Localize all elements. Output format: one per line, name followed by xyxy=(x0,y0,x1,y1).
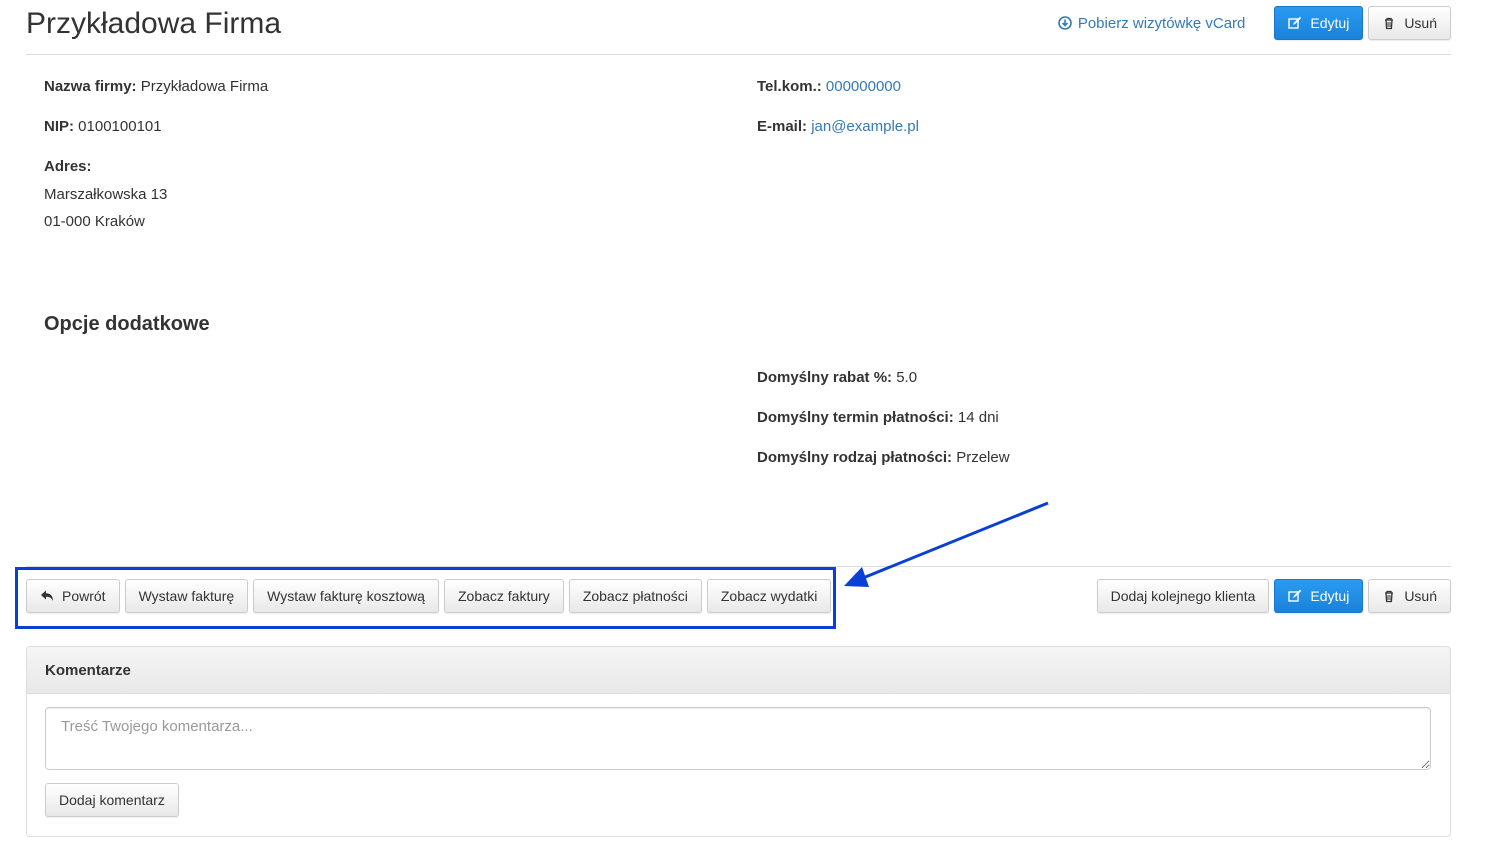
delete-button-label: Usuń xyxy=(1404,15,1437,31)
reply-arrow-icon xyxy=(41,590,53,601)
company-name-label: Nazwa firmy: xyxy=(44,78,137,95)
nip-value: 0100100101 xyxy=(78,118,162,135)
nip-label: NIP: xyxy=(44,118,74,135)
add-client-button[interactable]: Dodaj kolejnego klienta xyxy=(1096,579,1270,613)
edit-button-top[interactable]: Edytuj xyxy=(1274,6,1364,40)
delete-button-label: Usuń xyxy=(1404,588,1437,604)
address-label-row: Adres: xyxy=(44,158,92,175)
payment-term-row: Domyślny termin płatności: 14 dni xyxy=(757,409,999,426)
trash-icon xyxy=(1385,590,1394,603)
discount-value: 5.0 xyxy=(896,369,918,386)
address-line-1: Marszałkowska 13 xyxy=(44,186,168,203)
delete-button-bottom[interactable]: Usuń xyxy=(1368,579,1451,613)
page-title: Przykładowa Firma xyxy=(26,7,282,40)
view-payments-button[interactable]: Zobacz płatności xyxy=(568,579,702,613)
discount-row: Domyślny rabat %: 5.0 xyxy=(757,369,917,386)
issue-invoice-button[interactable]: Wystaw fakturę xyxy=(124,579,249,613)
email-label: E-mail: xyxy=(757,118,808,135)
trash-icon xyxy=(1385,17,1394,30)
discount-label: Domyślny rabat %: xyxy=(757,369,893,386)
annotation-arrow-icon xyxy=(844,501,1049,587)
back-button-label: Powrót xyxy=(62,588,106,604)
toolbar-divider xyxy=(26,566,1451,567)
client-actions-toolbar: Powrót Wystaw fakturę Wystaw fakturę kos… xyxy=(26,579,832,613)
address-line-2: 01-000 Kraków xyxy=(44,213,145,230)
edit-icon xyxy=(1288,589,1302,602)
edit-button-bottom[interactable]: Edytuj xyxy=(1274,579,1364,613)
vcard-download-link[interactable]: Pobierz wizytówkę vCard xyxy=(1058,14,1246,32)
delete-button-top[interactable]: Usuń xyxy=(1368,6,1451,40)
header-actions: Pobierz wizytówkę vCard Edytuj Usuń xyxy=(1058,6,1451,40)
comment-input[interactable] xyxy=(45,707,1431,770)
view-invoices-button[interactable]: Zobacz faktury xyxy=(443,579,564,613)
comments-panel-heading: Komentarze xyxy=(27,647,1450,694)
add-comment-button[interactable]: Dodaj komentarz xyxy=(45,783,179,817)
view-expenses-button[interactable]: Zobacz wydatki xyxy=(706,579,832,613)
address-label: Adres: xyxy=(44,158,92,175)
vcard-link-label: Pobierz wizytówkę vCard xyxy=(1077,14,1246,32)
extra-options-title: Opcje dodatkowe xyxy=(44,313,210,335)
back-button[interactable]: Powrót xyxy=(26,579,120,613)
company-name-row: Nazwa firmy: Przykładowa Firma xyxy=(44,78,268,95)
edit-icon xyxy=(1288,16,1302,29)
payment-type-label: Domyślny rodzaj płatności: xyxy=(757,449,953,466)
record-actions-toolbar: Dodaj kolejnego klienta Edytuj Usuń xyxy=(1096,579,1451,613)
page-header: Przykładowa Firma Pobierz wizytówkę vCar… xyxy=(26,0,1451,55)
phone-link[interactable]: 000000000 xyxy=(826,78,901,95)
payment-type-value: Przelew xyxy=(956,449,1010,466)
payment-term-label: Domyślny termin płatności: xyxy=(757,409,954,426)
nip-row: NIP: 0100100101 xyxy=(44,118,162,135)
phone-row: Tel.kom.: 000000000 xyxy=(757,78,901,95)
payment-term-value: 14 dni xyxy=(957,409,999,426)
download-circle-icon xyxy=(1058,16,1072,30)
comments-panel: Komentarze Dodaj komentarz xyxy=(26,646,1451,837)
company-name-value: Przykładowa Firma xyxy=(140,78,269,95)
phone-label: Tel.kom.: xyxy=(757,78,822,95)
payment-type-row: Domyślny rodzaj płatności: Przelew xyxy=(757,449,1010,466)
edit-button-label: Edytuj xyxy=(1310,15,1350,31)
issue-cost-invoice-button[interactable]: Wystaw fakturę kosztową xyxy=(253,579,439,613)
email-link[interactable]: jan@example.pl xyxy=(811,118,919,135)
edit-button-label: Edytuj xyxy=(1310,588,1350,604)
email-row: E-mail: jan@example.pl xyxy=(757,118,919,135)
